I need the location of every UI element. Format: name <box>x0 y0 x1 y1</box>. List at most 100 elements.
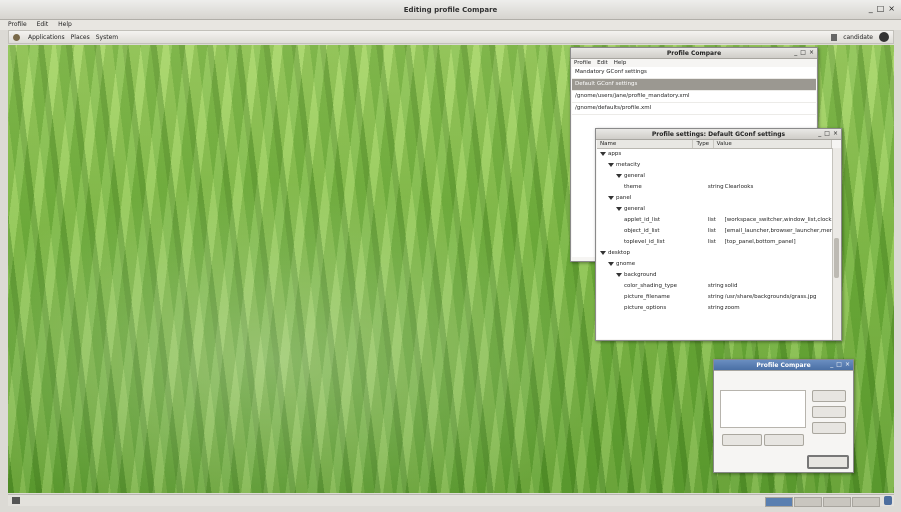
expander-icon[interactable] <box>600 250 606 255</box>
user-name[interactable]: candidate <box>843 34 873 41</box>
tree-row[interactable]: general <box>597 204 832 215</box>
avatar[interactable] <box>879 32 889 42</box>
menu-edit[interactable]: Edit <box>37 21 49 28</box>
dialog-button-add[interactable] <box>812 390 846 402</box>
list-item[interactable]: /gnome/users/jane/profile_mandatory.xml <box>572 91 816 103</box>
tree-row[interactable]: desktop <box>597 248 832 259</box>
column-header-name[interactable]: Name <box>597 140 694 148</box>
workspace-2[interactable] <box>794 497 822 507</box>
tree-row-type <box>698 160 716 171</box>
column-header-type[interactable]: Type <box>693 140 714 148</box>
expander-icon[interactable] <box>608 195 614 200</box>
scrollbar-thumb[interactable] <box>834 238 839 278</box>
settings-tree: apps metacity general theme string Clearlooks… <box>597 149 832 314</box>
places-menu[interactable]: Places <box>71 34 90 41</box>
tree-row[interactable]: object_id_list list [email_launcher,browse… <box>597 226 832 237</box>
tree-row-type: string <box>707 184 724 190</box>
minimize-icon[interactable]: _ <box>818 130 821 137</box>
tree-row[interactable]: gnome <box>597 259 832 270</box>
column-header-value[interactable]: Value <box>714 140 832 148</box>
tree-row-name: gnome <box>616 261 636 267</box>
dialog-button-remove[interactable] <box>812 406 846 418</box>
dialog-button-right[interactable] <box>764 434 804 446</box>
tree-row-value <box>721 171 832 182</box>
tree-row-value <box>721 270 832 281</box>
tree-row-name: picture_filename <box>624 294 670 300</box>
profile-editor-titlebar[interactable]: Profile Compare _ □ × <box>571 48 817 59</box>
applications-menu[interactable]: Applications <box>28 34 65 41</box>
maximize-icon[interactable]: □ <box>836 361 842 368</box>
scrollbar[interactable] <box>832 148 841 340</box>
workspace-3[interactable] <box>823 497 851 507</box>
tree-row[interactable]: picture_filename string/usr/share/backgro… <box>597 292 832 303</box>
menu-help[interactable]: Help <box>58 21 72 28</box>
workspace-4[interactable] <box>852 497 880 507</box>
tree-row[interactable]: toplevel_id_list list [top_panel,bottom_pa… <box>597 237 832 248</box>
menu-profile[interactable]: Profile <box>574 60 591 66</box>
tree-row[interactable]: metacity <box>597 160 832 171</box>
list-item[interactable]: Mandatory GConf settings <box>572 67 816 79</box>
expander-icon[interactable] <box>600 151 606 156</box>
expander-icon[interactable] <box>616 272 622 277</box>
window-titlebar: Editing profile Compare _ □ × <box>0 0 901 20</box>
maximize-icon[interactable]: □ <box>824 130 830 137</box>
minimize-icon[interactable]: _ <box>794 49 797 56</box>
list-item[interactable]: Default GConf settings <box>572 79 816 91</box>
tree-row[interactable]: general <box>597 171 832 182</box>
expander-icon[interactable] <box>608 162 614 167</box>
maximize-icon[interactable]: □ <box>800 49 806 56</box>
profile-editor-menubar: Profile Edit Help <box>571 59 817 67</box>
tree-row[interactable]: apps <box>597 149 832 160</box>
dialog-button-left[interactable] <box>722 434 762 446</box>
menu-edit[interactable]: Edit <box>597 60 608 66</box>
top-panel: Applications Places System candidate <box>8 30 894 44</box>
menu-help[interactable]: Help <box>614 60 627 66</box>
workspace-switcher[interactable] <box>765 497 880 507</box>
tree-row[interactable]: picture_options string zoom <box>597 303 832 314</box>
close-icon[interactable]: × <box>833 130 838 137</box>
tree-row-value: [top_panel,bottom_panel] <box>724 239 796 245</box>
tree-row-type <box>703 171 720 182</box>
tree-row-name: general <box>624 206 645 212</box>
gnome-foot-icon[interactable] <box>13 33 20 41</box>
menu-profile[interactable]: Profile <box>8 21 27 28</box>
small-dialog-titlebar[interactable]: Profile Compare _ □ × <box>714 360 853 371</box>
tree-row-type: list <box>707 217 716 223</box>
column-headers: Name Type Value <box>597 140 832 149</box>
close-icon[interactable]: × <box>888 4 895 13</box>
desktop-background: Profile Compare _ □ × Profile Edit Help Ma… <box>8 45 894 493</box>
close-icon[interactable]: × <box>845 361 850 368</box>
tree-row-value: /usr/share/backgrounds/grass.jpg <box>724 294 817 300</box>
tree-row[interactable]: color_shading_type string solid <box>597 281 832 292</box>
tree-row-type: list <box>707 228 716 234</box>
close-icon[interactable]: × <box>809 49 814 56</box>
profile-settings-titlebar[interactable]: Profile settings: Default GConf settings… <box>596 129 841 140</box>
minimize-icon[interactable]: _ <box>830 361 833 368</box>
tree-row-name: desktop <box>608 250 630 256</box>
tree-row[interactable]: panel <box>597 193 832 204</box>
profile-editor-title: Profile Compare <box>666 50 722 57</box>
expander-icon[interactable] <box>616 173 622 178</box>
maximize-icon[interactable]: □ <box>877 4 885 13</box>
network-icon[interactable] <box>831 33 838 41</box>
tree-row[interactable]: background <box>597 270 832 281</box>
tree-row-type <box>703 270 720 281</box>
tree-row[interactable]: applet_id_list list [workspace_switcher,wi… <box>597 215 832 226</box>
tree-row-value: Clearlooks <box>724 184 754 190</box>
trash-icon[interactable] <box>884 496 892 505</box>
show-desktop-icon[interactable] <box>12 497 20 504</box>
tree-row-type: string <box>707 305 724 311</box>
minimize-icon[interactable]: _ <box>869 4 873 13</box>
workspace-1[interactable] <box>765 497 793 507</box>
system-menu[interactable]: System <box>96 34 118 41</box>
list-item[interactable]: /gnome/defaults/profile.xml <box>572 103 816 115</box>
expander-icon[interactable] <box>616 206 622 211</box>
dialog-close-button[interactable] <box>807 455 849 469</box>
tree-row-value: [workspace_switcher,window_list,clock] <box>724 217 832 223</box>
profile-settings-window: Profile settings: Default GConf settings… <box>595 128 842 341</box>
tree-row-value <box>712 248 832 259</box>
dialog-button-edit[interactable] <box>812 422 846 434</box>
tree-row[interactable]: theme string Clearlooks <box>597 182 832 193</box>
dialog-list-field[interactable] <box>720 390 806 428</box>
expander-icon[interactable] <box>608 261 614 266</box>
